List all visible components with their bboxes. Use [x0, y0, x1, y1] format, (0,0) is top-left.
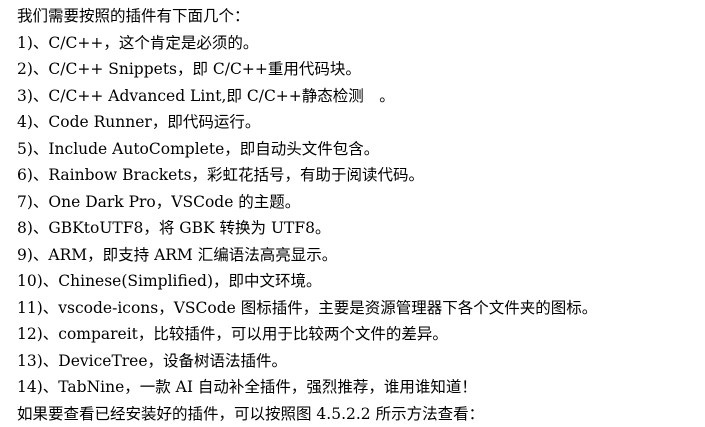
list-item-3: 3)、C/C++ Advanced Lint,即 C/C++静态检测 。 — [17, 83, 701, 110]
document-body: 我们需要按照的插件有下面几个： 1)、C/C++，这个肯定是必须的。 2)、C/… — [17, 3, 701, 427]
list-item-8: 8)、GBKtoUTF8，将 GBK 转换为 UTF8。 — [17, 215, 701, 242]
list-item-4: 4)、Code Runner，即代码运行。 — [17, 109, 701, 136]
list-item-11: 11)、vscode-icons，VSCode 图标插件，主要是资源管理器下各个… — [17, 295, 701, 322]
outro-paragraph: 如果要查看已经安装好的插件，可以按照图 4.5.2.2 所示方法查看： — [17, 401, 701, 427]
list-item-10: 10)、Chinese(Simplified)，即中文环境。 — [17, 268, 701, 295]
list-item-7: 7)、One Dark Pro，VSCode 的主题。 — [17, 189, 701, 216]
intro-paragraph: 我们需要按照的插件有下面几个： — [17, 3, 701, 30]
list-item-9: 9)、ARM，即支持 ARM 汇编语法高亮显示。 — [17, 242, 701, 269]
list-item-13: 13)、DeviceTree，设备树语法插件。 — [17, 348, 701, 375]
list-item-6: 6)、Rainbow Brackets，彩虹花括号，有助于阅读代码。 — [17, 162, 701, 189]
list-item-14: 14)、TabNine，一款 AI 自动补全插件，强烈推荐，谁用谁知道！ — [17, 374, 701, 401]
list-item-5: 5)、Include AutoComplete，即自动头文件包含。 — [17, 136, 701, 163]
list-item-1: 1)、C/C++，这个肯定是必须的。 — [17, 30, 701, 57]
list-item-2: 2)、C/C++ Snippets，即 C/C++重用代码块。 — [17, 56, 701, 83]
list-item-12: 12)、compareit，比较插件，可以用于比较两个文件的差异。 — [17, 321, 701, 348]
